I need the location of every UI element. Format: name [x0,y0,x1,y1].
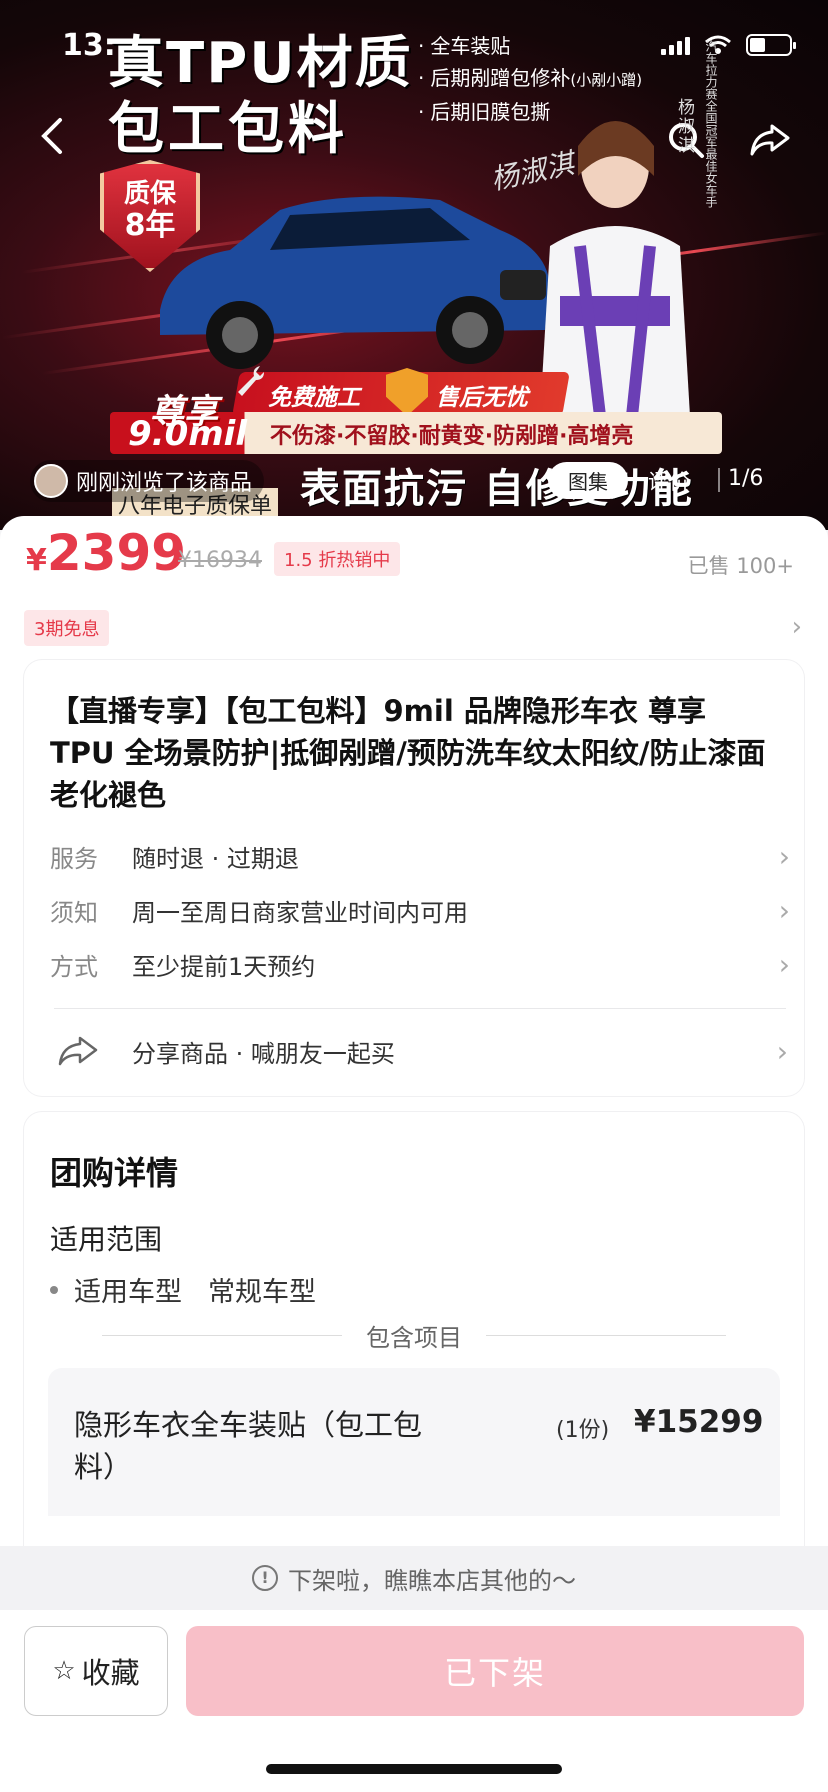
banner-bullet: 后期剐蹭包修补(小剐小蹭) [418,62,642,96]
row-value: 至少提前1天预约 [132,952,316,981]
row-label: 服务 [50,844,98,873]
wrench-icon [238,366,264,396]
chevron-right-icon: › [778,839,790,873]
row-label: 须知 [50,898,98,927]
discount-badge: 1.5 折热销中 [274,542,401,576]
image-counter: 1/6 [728,466,764,491]
mil-label: 9.0mil [128,414,247,454]
gallery-tabs: 图集 评价 [548,462,690,499]
chevron-right-icon[interactable]: › [792,612,802,642]
promo-free-install: 免费施工 [268,385,360,411]
banner-bullet: 全车装贴 [418,30,642,62]
row-value: 周一至周日商家营业时间内可用 [132,898,468,927]
driver-name: 杨淑淇 [674,98,694,155]
chevron-right-icon: › [778,893,790,927]
method-row[interactable]: 方式 至少提前1天预约 › [50,944,790,984]
chevron-left-icon [41,118,62,154]
back-button[interactable] [28,116,78,166]
original-price: ¥16934 [178,548,262,573]
avatar [34,464,68,498]
banner-headline-2: 包工包料 [108,97,348,162]
sold-count: 已售 100+ [687,554,794,578]
share-icon [58,1036,98,1066]
price: ¥2399 [26,524,187,582]
item-quantity: (1份) [556,1418,610,1443]
signal-icon [661,35,690,55]
feature-list: 不伤漆·不留胶·耐黄变·防剐蹭·高增亮 [270,424,634,449]
chevron-right-icon: › [776,1034,788,1068]
favorite-button[interactable]: ☆ 收藏 [24,1626,168,1716]
product-title: 【直播专享】【包工包料】9mil 品牌隐形车衣 尊享 TPU 全场景防护|抵御剐… [50,694,766,812]
battery-icon [746,34,796,56]
row-label: 方式 [50,952,98,981]
chevron-right-icon: › [778,947,790,981]
item-name: 隐形车衣全车装贴（包工包料） [74,1408,423,1484]
info-icon: ! [252,1565,278,1591]
home-indicator[interactable] [266,1764,562,1774]
bullet-dot [50,1285,58,1294]
details-title: 团购详情 [50,1154,179,1192]
service-row[interactable]: 服务 随时退 · 过期退 › [50,836,790,876]
included-header: 包含项目 [0,1318,828,1353]
delisted-notice[interactable]: ! 下架啦，瞧瞧本店其他的～ [0,1546,828,1610]
item-price: ¥15299 [634,1404,764,1440]
scope-title: 适用范围 [50,1223,163,1256]
scope-item: 适用车型 常规车型 [50,1270,316,1309]
driver-title: 汽车拉力赛全国冠军最佳女车手 [704,40,718,208]
tab-reviews[interactable]: 评价 [648,466,690,496]
row-value: 随时退 · 过期退 [132,844,299,873]
tab-gallery[interactable]: 图集 [548,462,628,499]
divider [54,1008,786,1009]
share-icon [750,124,790,156]
share-button[interactable] [748,118,792,162]
installment-badge[interactable]: 3期免息 [24,610,110,646]
status-icons [661,34,796,56]
promo-after-sales: 售后无忧 [436,385,528,411]
delisted-button: 已下架 [186,1626,804,1716]
divider [718,468,720,492]
star-icon: ☆ [52,1656,76,1686]
browsed-notice: 刚刚浏览了该商品 [30,460,265,502]
share-product-row[interactable]: 分享商品 · 喊朋友一起买 › [58,1030,788,1072]
notice-row[interactable]: 须知 周一至周日商家营业时间内可用 › [50,890,790,930]
